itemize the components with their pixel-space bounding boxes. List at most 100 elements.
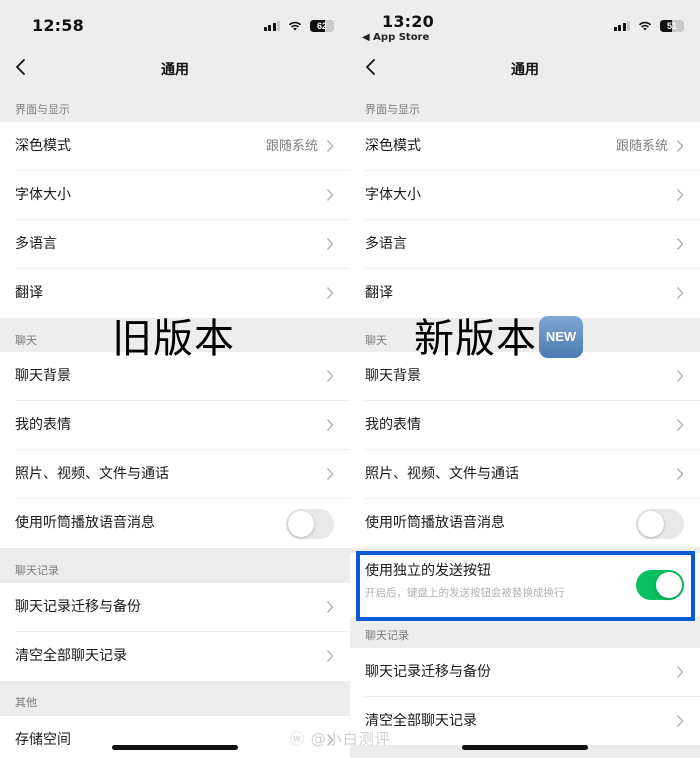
cellular-signal-icon bbox=[263, 21, 280, 31]
toggle-knob bbox=[656, 572, 682, 598]
row-media-files-calls[interactable]: 照片、视频、文件与通话 bbox=[0, 450, 350, 499]
row-label: 翻译 bbox=[365, 285, 393, 301]
status-icons: 51 bbox=[613, 20, 684, 32]
row-font-size[interactable]: 字体大小 bbox=[0, 171, 350, 220]
watermark-text: @小白测评 bbox=[310, 730, 391, 748]
chevron-right-icon bbox=[676, 287, 684, 299]
back-to-app-store-link[interactable]: ◀ App Store bbox=[362, 32, 429, 43]
section-header-display: 界面与显示 bbox=[365, 103, 420, 116]
row-separate-send-button: 使用独立的发送按钮 开启后，键盘上的发送按钮会被替换成换行 bbox=[350, 553, 700, 617]
battery-level: 62 bbox=[316, 21, 327, 31]
status-time: 12:58 bbox=[32, 16, 84, 35]
row-value: 跟随系统 bbox=[615, 139, 668, 154]
section-header-other: 其他 bbox=[15, 696, 37, 709]
chevron-right-icon bbox=[676, 468, 684, 480]
row-label: 深色模式 bbox=[365, 138, 421, 154]
page-title: 通用 bbox=[511, 62, 539, 78]
row-label: 聊天背景 bbox=[15, 368, 71, 384]
new-version-text: 新版本 bbox=[414, 316, 537, 362]
chevron-right-icon bbox=[676, 189, 684, 201]
chevron-right-icon bbox=[326, 601, 334, 613]
row-dark-mode[interactable]: 深色模式 跟随系统 bbox=[0, 122, 350, 171]
chevron-right-icon bbox=[326, 650, 334, 662]
section-header-history: 聊天记录 bbox=[365, 629, 409, 642]
toggle-knob bbox=[288, 511, 314, 537]
row-clear-history[interactable]: 清空全部聊天记录 bbox=[350, 697, 700, 745]
earpiece-toggle[interactable] bbox=[636, 509, 684, 539]
row-migrate-backup[interactable]: 聊天记录迁移与备份 bbox=[0, 583, 350, 632]
divider bbox=[365, 547, 700, 548]
row-my-stickers[interactable]: 我的表情 bbox=[0, 401, 350, 450]
row-label: 多语言 bbox=[365, 236, 407, 252]
new-version-panel: 13:20 ◀ App Store 51 通用 界面与显示 深色模式 跟随系统 bbox=[350, 0, 700, 758]
page-title: 通用 bbox=[161, 62, 189, 78]
row-label: 使用听筒播放语音消息 bbox=[365, 515, 505, 531]
battery-icon: 51 bbox=[660, 20, 684, 32]
row-label: 我的表情 bbox=[365, 417, 421, 433]
row-label: 使用听筒播放语音消息 bbox=[15, 515, 155, 531]
row-earpiece-voice: 使用听筒播放语音消息 bbox=[350, 499, 700, 548]
chevron-right-icon bbox=[676, 140, 684, 152]
row-value: 跟随系统 bbox=[265, 139, 318, 154]
status-icons: 62 bbox=[263, 20, 334, 32]
chevron-right-icon bbox=[326, 140, 334, 152]
chevron-right-icon bbox=[326, 468, 334, 480]
cellular-signal-icon bbox=[613, 21, 630, 31]
row-my-stickers[interactable]: 我的表情 bbox=[350, 401, 700, 450]
chevron-right-icon bbox=[326, 189, 334, 201]
toggle-knob bbox=[638, 511, 664, 537]
separate-send-button-toggle[interactable] bbox=[636, 570, 684, 600]
row-migrate-backup[interactable]: 聊天记录迁移与备份 bbox=[350, 648, 700, 697]
row-label: 聊天记录迁移与备份 bbox=[365, 664, 491, 680]
chevron-right-icon bbox=[676, 715, 684, 727]
row-label: 翻译 bbox=[15, 285, 43, 301]
row-clear-history[interactable]: 清空全部聊天记录 bbox=[0, 632, 350, 681]
row-description: 开启后，键盘上的发送按钮会被替换成换行 bbox=[365, 587, 565, 599]
home-indicator[interactable] bbox=[462, 745, 588, 750]
status-bar: 12:58 62 bbox=[0, 0, 350, 50]
weibo-watermark: ⓦ @小白测评 bbox=[290, 728, 391, 749]
chevron-right-icon bbox=[326, 419, 334, 431]
old-version-panel: 12:58 62 通用 界面与显示 深色模式 跟随系统 字体大小 多语言 翻译 … bbox=[0, 0, 350, 758]
home-indicator[interactable] bbox=[112, 745, 238, 750]
new-badge-icon: NEW bbox=[539, 316, 583, 358]
status-bar: 13:20 ◀ App Store 51 bbox=[350, 0, 700, 50]
chevron-right-icon bbox=[676, 666, 684, 678]
nav-bar: 通用 bbox=[0, 50, 350, 86]
row-dark-mode[interactable]: 深色模式 跟随系统 bbox=[350, 122, 700, 171]
battery-icon: 62 bbox=[310, 20, 334, 32]
chevron-right-icon bbox=[326, 370, 334, 382]
row-label: 我的表情 bbox=[15, 417, 71, 433]
row-label: 照片、视频、文件与通话 bbox=[365, 466, 519, 482]
section-header-history: 聊天记录 bbox=[15, 564, 59, 577]
chevron-right-icon bbox=[326, 287, 334, 299]
row-label: 聊天背景 bbox=[365, 368, 421, 384]
chevron-right-icon bbox=[676, 238, 684, 250]
chevron-right-icon bbox=[676, 370, 684, 382]
row-label: 存储空间 bbox=[15, 732, 71, 748]
row-label: 清空全部聊天记录 bbox=[15, 648, 127, 664]
new-version-label: 新版本 NEW bbox=[414, 306, 583, 364]
row-earpiece-voice: 使用听筒播放语音消息 bbox=[0, 499, 350, 548]
chevron-right-icon bbox=[326, 238, 334, 250]
wifi-icon bbox=[288, 21, 302, 31]
battery-level: 51 bbox=[666, 21, 677, 31]
weibo-logo-icon: ⓦ bbox=[290, 732, 305, 748]
row-language[interactable]: 多语言 bbox=[0, 220, 350, 269]
section-header-display: 界面与显示 bbox=[15, 103, 70, 116]
row-label: 使用独立的发送按钮 bbox=[365, 563, 491, 579]
nav-bar: 通用 bbox=[350, 50, 700, 86]
row-font-size[interactable]: 字体大小 bbox=[350, 171, 700, 220]
row-label: 多语言 bbox=[15, 236, 57, 252]
chevron-right-icon bbox=[676, 419, 684, 431]
row-label: 照片、视频、文件与通话 bbox=[15, 466, 169, 482]
wifi-icon bbox=[638, 21, 652, 31]
row-label: 字体大小 bbox=[15, 187, 71, 203]
row-label: 字体大小 bbox=[365, 187, 421, 203]
row-label: 聊天记录迁移与备份 bbox=[15, 599, 141, 615]
earpiece-toggle[interactable] bbox=[286, 509, 334, 539]
status-time: 13:20 bbox=[382, 12, 434, 31]
row-language[interactable]: 多语言 bbox=[350, 220, 700, 269]
row-label: 深色模式 bbox=[15, 138, 71, 154]
row-media-files-calls[interactable]: 照片、视频、文件与通话 bbox=[350, 450, 700, 499]
